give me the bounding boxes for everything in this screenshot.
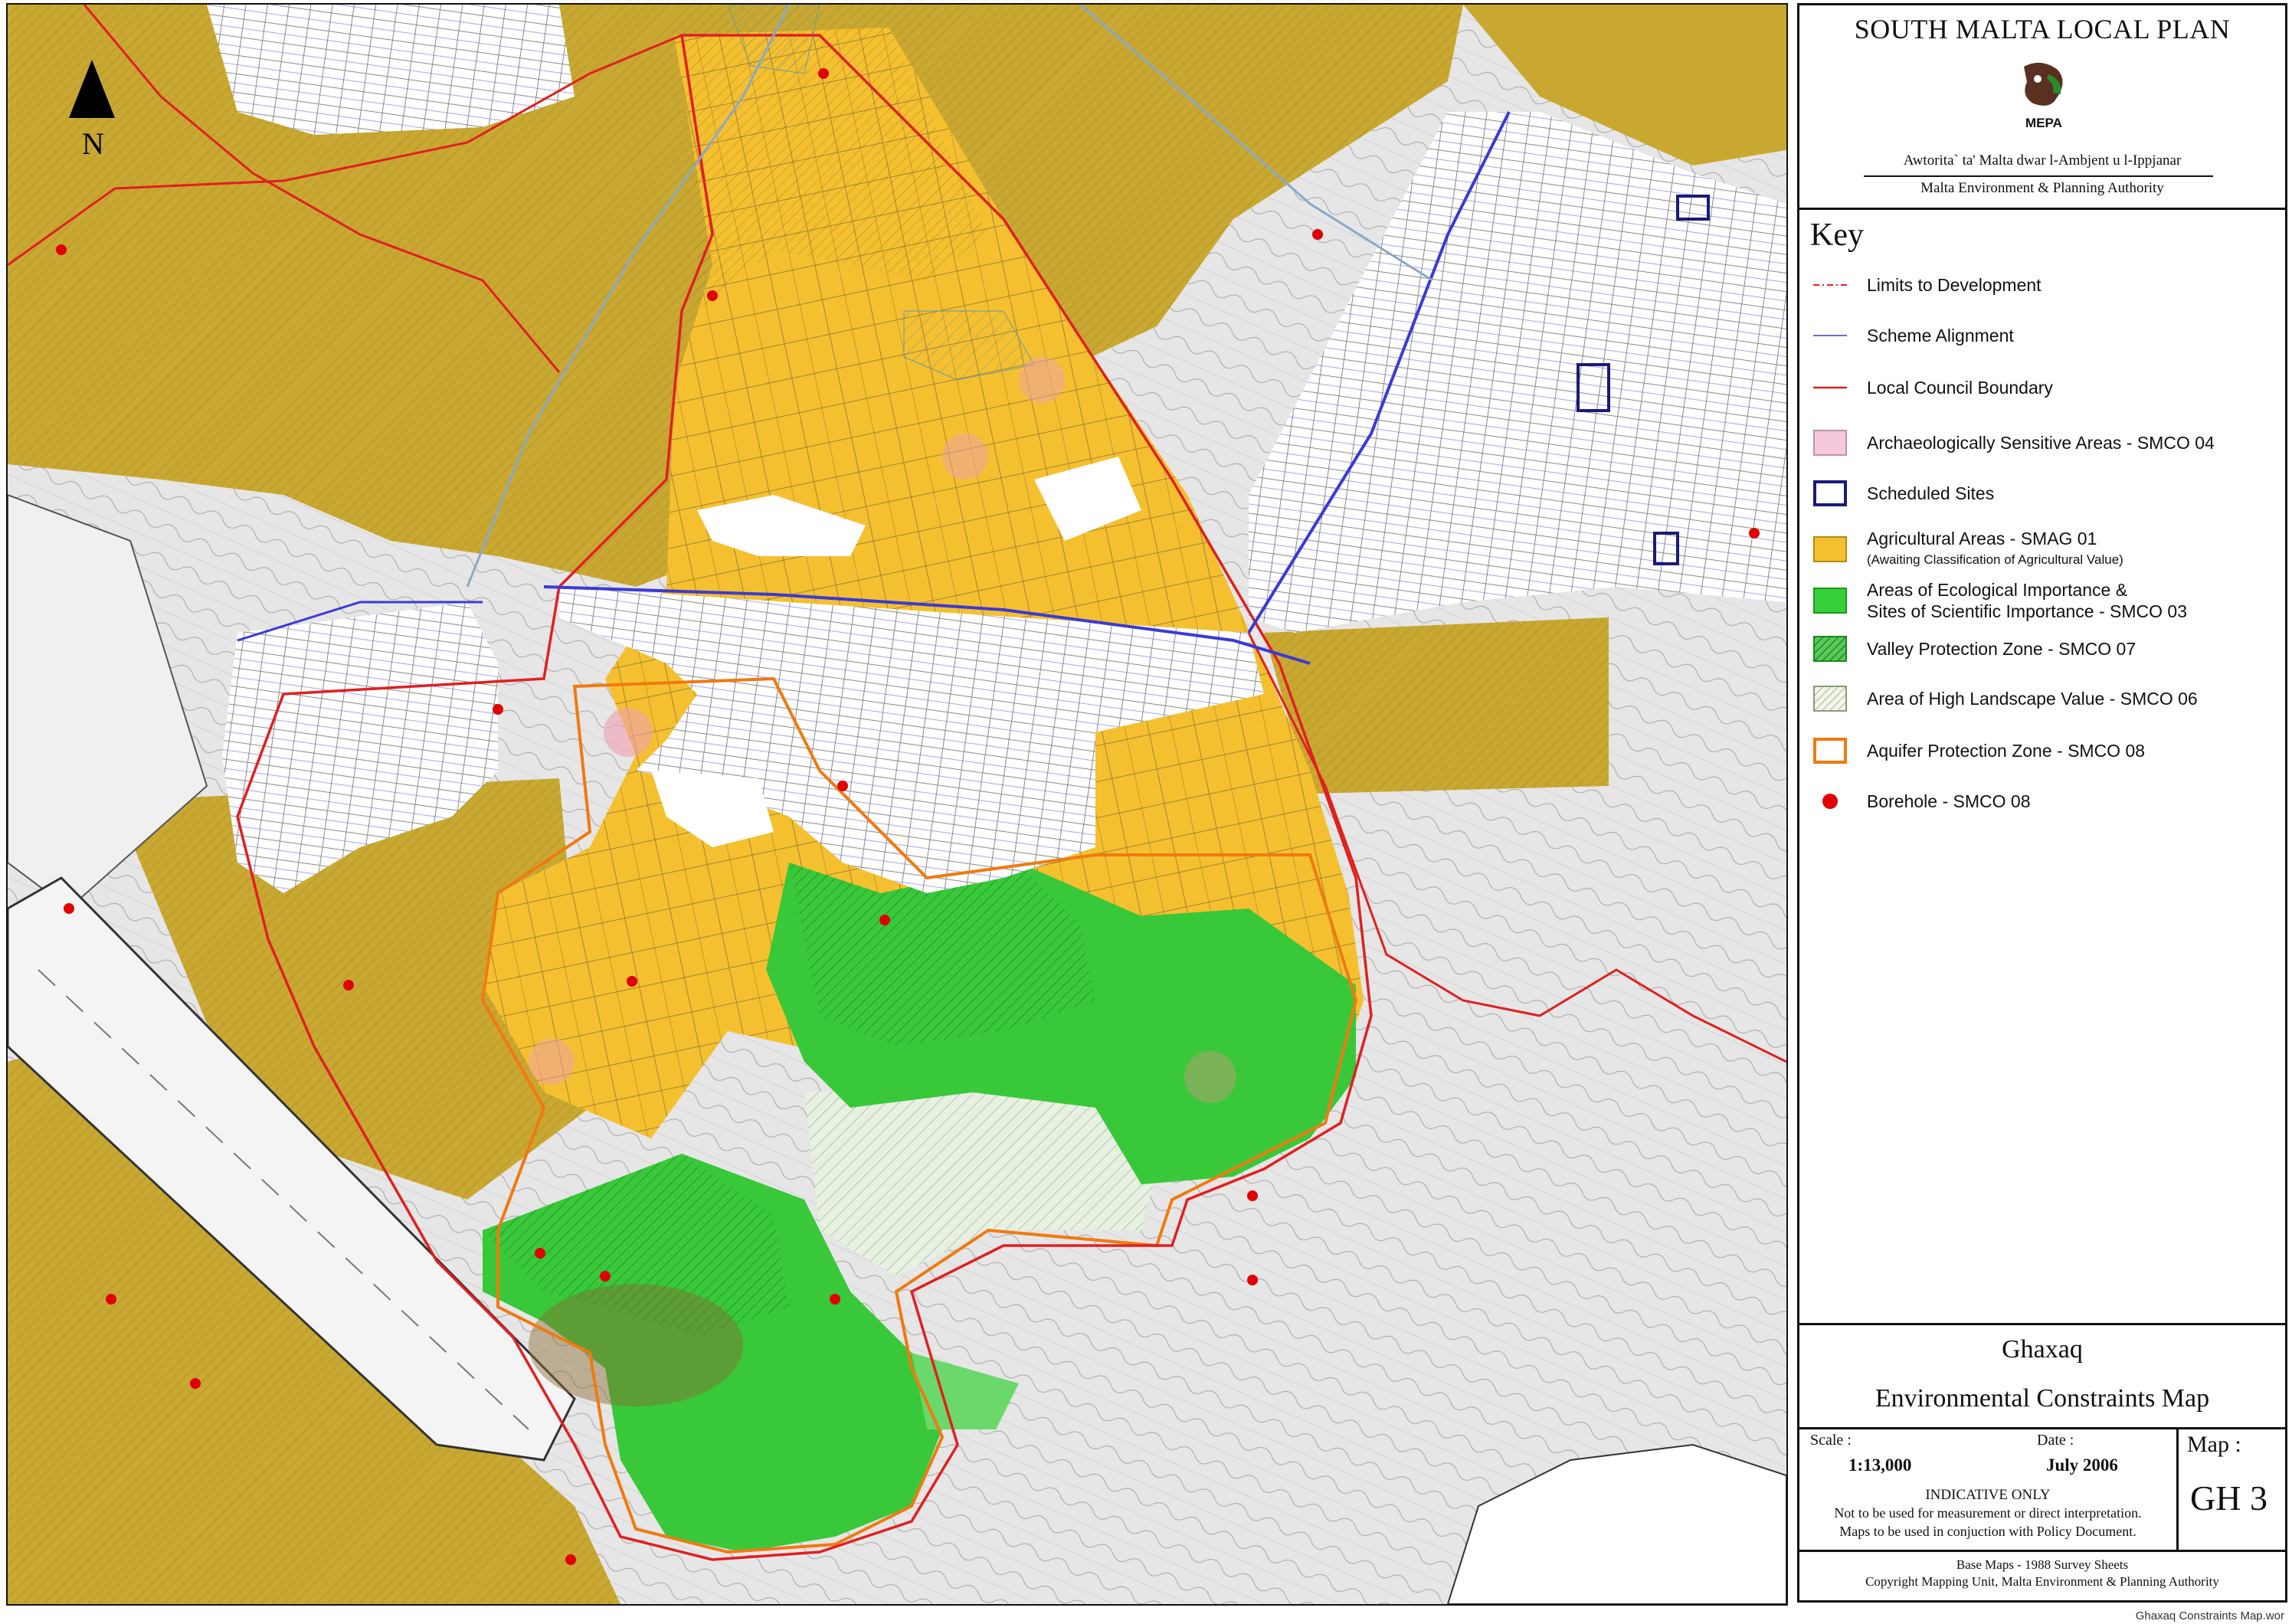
borehole-marker (106, 1294, 116, 1305)
borehole-marker (493, 704, 503, 715)
legend-label: Agricultural Areas - SMAG 01 (1867, 529, 2097, 548)
borehole-marker (837, 781, 848, 791)
policy-note: Maps to be used in conjuction with Polic… (1839, 1524, 2136, 1539)
locality-name: Ghaxaq (2002, 1335, 2083, 1364)
green-fill-icon (1813, 588, 1847, 614)
borehole-marker (1247, 1190, 1258, 1201)
date-value: July 2006 (2046, 1455, 2118, 1475)
legend-item-scheme-alignment: Scheme Alignment (1813, 316, 2014, 355)
legend-item-agricultural-areas: Agricultural Areas - SMAG 01 (Awaiting C… (1813, 526, 2123, 572)
legend-item-high-landscape-value: Area of High Landscape Value - SMCO 06 (1813, 679, 2198, 718)
borehole-marker (1312, 229, 1323, 240)
borehole-marker (64, 903, 74, 914)
date-label: Date : (2037, 1432, 2074, 1449)
borehole-marker (565, 1554, 576, 1565)
legend-item-archaeologically-sensitive: Archaeologically Sensitive Areas - SMCO … (1813, 424, 2215, 462)
legend-label: Aquifer Protection Zone - SMCO 08 (1867, 741, 2146, 761)
borehole-marker (1749, 528, 1760, 539)
map-code: GH 3 (2190, 1478, 2267, 1518)
legend-label: Scheme Alignment (1867, 326, 2014, 345)
borehole-marker (879, 915, 890, 925)
file-name: Ghaxaq Constraints Map.wor (2135, 1609, 2284, 1622)
map-code-divider (2176, 1427, 2179, 1550)
borehole-marker (190, 1378, 201, 1389)
pink-fill-icon (1813, 430, 1847, 456)
mepa-logo: MEPA (2018, 59, 2071, 134)
archaeological-spot-1 (604, 708, 653, 757)
archaeological-spot-3 (1019, 357, 1065, 403)
footer-separator (1799, 1550, 2285, 1552)
map-label: Map : (2187, 1432, 2241, 1457)
map-name: Environmental Constraints Map (1875, 1384, 2210, 1413)
borehole-marker (535, 1248, 545, 1259)
legend-item-ecological-importance: Areas of Ecological Importance & Sites o… (1813, 577, 2187, 624)
legend-label: Areas of Ecological Importance & (1867, 580, 2128, 600)
base-maps-note: Base Maps - 1988 Survey Sheets (1956, 1557, 2129, 1572)
legend-label: Area of High Landscape Value - SMCO 06 (1867, 689, 2198, 709)
legend-label: Scheduled Sites (1867, 483, 1995, 503)
scale-label: Scale : (1810, 1432, 1852, 1449)
legend-label-line2: Sites of Scientific Importance - SMCO 03 (1867, 601, 2187, 621)
measurement-note: Not to be used for measurement or direct… (1834, 1505, 2142, 1521)
map-canvas[interactable]: N (6, 3, 1788, 1606)
copyright-note: Copyright Mapping Unit, Malta Environmen… (1865, 1574, 2219, 1589)
legend-label: Valley Protection Zone - SMCO 07 (1867, 639, 2136, 659)
authority-divider (1864, 175, 2213, 177)
dashdot-red-line-icon (1813, 272, 1847, 298)
archaeological-spot-4 (1184, 1051, 1236, 1103)
plan-title: SOUTH MALTA LOCAL PLAN (1854, 14, 2231, 44)
indicative-only: INDICATIVE ONLY (1925, 1487, 2051, 1503)
legend-label: Borehole - SMCO 08 (1867, 791, 2031, 811)
legend-label: Archaeologically Sensitive Areas - SMCO … (1867, 433, 2215, 453)
legend-item-scheduled-sites: Scheduled Sites (1813, 474, 1994, 512)
key-title: Key (1810, 218, 1864, 253)
borehole-marker (707, 290, 718, 301)
legend-panel: SOUTH MALTA LOCAL PLAN MEPA Awtorita` ta… (1797, 3, 2287, 1603)
legend-item-borehole: Borehole - SMCO 08 (1813, 782, 2030, 820)
legend-item-local-council-boundary: Local Council Boundary (1813, 368, 2053, 407)
borehole-marker (1247, 1275, 1258, 1285)
title-block-separator (1799, 1323, 2285, 1325)
borehole-marker (343, 980, 354, 990)
borehole-marker (627, 976, 637, 987)
header-separator (1799, 208, 2285, 210)
borehole-marker (818, 68, 829, 79)
legend-sublabel: (Awaiting Classification of Agricultural… (1867, 552, 2123, 567)
legend-label: Local Council Boundary (1867, 378, 2053, 398)
borehole-marker (56, 244, 67, 255)
archaeological-spot-6 (529, 1284, 743, 1406)
yellow-fill-icon (1813, 536, 1847, 562)
legend-item-aquifer-protection: Aquifer Protection Zone - SMCO 08 (1813, 732, 2145, 770)
authority-maltese: Awtorita` ta' Malta dwar l-Ambjent u l-I… (1903, 152, 2182, 169)
light-hatch-icon (1813, 686, 1847, 712)
legend-item-limits-to-development: Limits to Development (1813, 266, 2042, 304)
legend-item-valley-protection: Valley Protection Zone - SMCO 07 (1813, 630, 2136, 668)
authority-english: Malta Environment & Planning Authority (1920, 180, 2164, 196)
mepa-logo-text: MEPA (2025, 116, 2062, 130)
red-dot-icon (1813, 788, 1847, 814)
blue-line-icon (1813, 323, 1847, 349)
borehole-marker (830, 1294, 840, 1305)
legend-label: Limits to Development (1867, 275, 2042, 295)
info-block-separator (1799, 1427, 2285, 1429)
scale-value: 1:13,000 (1848, 1455, 1912, 1475)
orange-outline-icon (1813, 738, 1847, 764)
borehole-marker (600, 1271, 611, 1282)
archaeological-spot-2 (942, 434, 988, 480)
red-line-icon (1813, 375, 1847, 401)
green-hatch-icon (1813, 636, 1847, 662)
navy-outline-icon (1813, 480, 1847, 506)
map-svg (8, 5, 1786, 1604)
north-label: N (82, 126, 104, 161)
archaeological-spot-5 (529, 1039, 575, 1085)
